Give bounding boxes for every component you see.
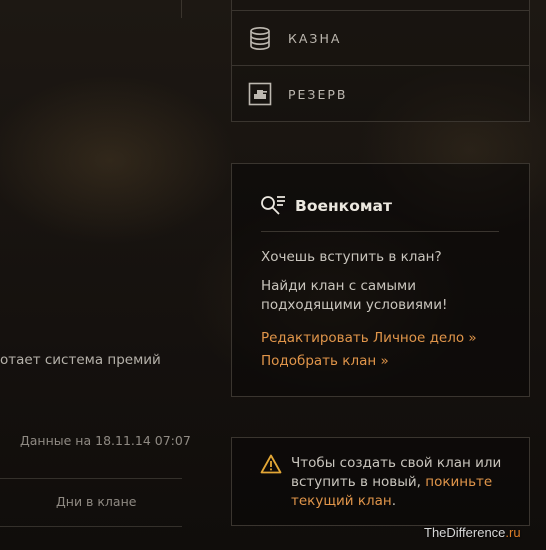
table-divider-top <box>0 478 182 479</box>
table-divider-bottom <box>0 526 182 527</box>
days-in-clan-header[interactable]: Дни в клане <box>56 494 136 509</box>
edit-personal-file-link[interactable]: Редактировать Личное дело » <box>261 330 477 346</box>
recruitment-divider <box>261 231 499 232</box>
nav-label-treasury: КАЗНА <box>288 31 342 46</box>
recruitment-title: Военкомат <box>295 197 392 215</box>
nav-item-treasury[interactable]: КАЗНА <box>232 10 529 66</box>
clan-nav-menu: КАЗНА РЕЗЕРВ <box>231 0 530 122</box>
warning-icon <box>260 454 282 474</box>
recruitment-card: Военкомат Хочешь вступить в клан? Найди … <box>231 163 530 397</box>
recruitment-question: Хочешь вступить в клан? <box>261 249 442 265</box>
find-clan-link[interactable]: Подобрать клан » <box>261 353 389 369</box>
watermark-main: TheDifference <box>424 525 506 540</box>
data-timestamp: Данные на 18.11.14 07:07 <box>20 433 191 448</box>
column-divider <box>181 0 182 18</box>
watermark-suffix: .ru <box>505 525 521 540</box>
magnifier-list-icon <box>260 194 286 218</box>
watermark: TheDifference.ru <box>424 525 521 540</box>
recruitment-description: Найди клан с самыми подходящими условиям… <box>261 278 448 313</box>
nav-item-reserve[interactable]: РЕЗЕРВ <box>232 65 529 122</box>
warning-text-after: . <box>391 493 397 509</box>
premium-system-text: отает система премий <box>0 352 161 368</box>
warning-text: Чтобы создать свой клан или вступить в н… <box>291 454 519 511</box>
leave-clan-warning: Чтобы создать свой клан или вступить в н… <box>231 437 530 526</box>
nav-label-reserve: РЕЗЕРВ <box>288 86 348 102</box>
coins-icon <box>247 26 273 52</box>
reserve-icon <box>247 81 273 107</box>
